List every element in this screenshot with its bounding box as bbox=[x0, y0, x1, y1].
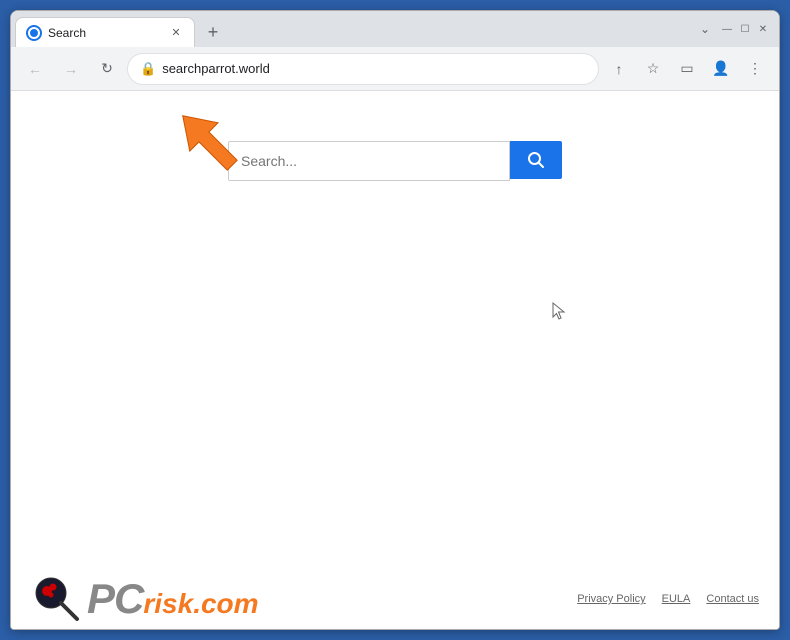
menu-icon: ⋮ bbox=[748, 60, 762, 77]
bookmark-button[interactable]: ☆ bbox=[637, 53, 669, 85]
back-icon: ← bbox=[28, 61, 42, 77]
tab-title: Search bbox=[48, 26, 162, 40]
sidebar-icon: ▭ bbox=[680, 60, 693, 77]
search-input[interactable] bbox=[229, 142, 509, 180]
share-button[interactable]: ↑ bbox=[603, 53, 635, 85]
tab-strip: Search ✕ + bbox=[11, 17, 685, 47]
address-bar[interactable]: 🔒 searchparrot.world bbox=[127, 53, 599, 85]
title-bar: Search ✕ + ⌄ — ☐ ✕ bbox=[11, 11, 779, 47]
page-footer: PC risk.com Privacy Policy EULA Contact … bbox=[11, 569, 779, 629]
search-icon bbox=[527, 151, 545, 169]
navigation-bar: ← → ↻ 🔒 searchparrot.world ↑ ☆ ▭ 👤 bbox=[11, 47, 779, 91]
footer-logo: PC risk.com bbox=[31, 573, 259, 625]
profile-icon: 👤 bbox=[712, 60, 729, 77]
reload-icon: ↻ bbox=[101, 60, 113, 77]
maximize-button[interactable]: ☐ bbox=[737, 21, 753, 37]
logo-pc-text: PC bbox=[87, 578, 143, 620]
close-button[interactable]: ✕ bbox=[755, 21, 771, 37]
search-area bbox=[11, 91, 779, 181]
page-content: PC risk.com Privacy Policy EULA Contact … bbox=[11, 91, 779, 629]
forward-icon: → bbox=[64, 61, 78, 77]
search-button[interactable] bbox=[510, 141, 562, 179]
window-controls: ⌄ — ☐ ✕ bbox=[685, 17, 779, 41]
share-icon: ↑ bbox=[616, 61, 623, 77]
forward-button[interactable]: → bbox=[55, 53, 87, 85]
profile-button[interactable]: 👤 bbox=[705, 53, 737, 85]
menu-button[interactable]: ⋮ bbox=[739, 53, 771, 85]
eula-link[interactable]: EULA bbox=[662, 593, 691, 605]
privacy-policy-link[interactable]: Privacy Policy bbox=[577, 593, 645, 605]
minimize-button[interactable]: — bbox=[719, 21, 735, 37]
nav-actions: ↑ ☆ ▭ 👤 ⋮ bbox=[603, 53, 771, 85]
browser-window: Search ✕ + ⌄ — ☐ ✕ ← → ↻ 🔒 searchparrot.… bbox=[10, 10, 780, 630]
bookmark-icon: ☆ bbox=[647, 60, 660, 77]
new-tab-button[interactable]: + bbox=[199, 18, 227, 46]
chevron-down-button[interactable]: ⌄ bbox=[693, 17, 717, 41]
contact-us-link[interactable]: Contact us bbox=[706, 593, 759, 605]
footer-links: Privacy Policy EULA Contact us bbox=[577, 593, 759, 605]
sidebar-button[interactable]: ▭ bbox=[671, 53, 703, 85]
lock-icon: 🔒 bbox=[140, 61, 156, 77]
logo-icon bbox=[31, 573, 83, 625]
tab-close-button[interactable]: ✕ bbox=[168, 25, 184, 41]
mouse-cursor bbox=[551, 301, 567, 326]
back-button[interactable]: ← bbox=[19, 53, 51, 85]
address-text: searchparrot.world bbox=[162, 61, 586, 76]
active-tab[interactable]: Search ✕ bbox=[15, 17, 195, 47]
tab-favicon bbox=[26, 25, 42, 41]
logo-risk-text: risk.com bbox=[143, 590, 258, 618]
reload-button[interactable]: ↻ bbox=[91, 53, 123, 85]
search-input-wrapper bbox=[228, 141, 510, 181]
